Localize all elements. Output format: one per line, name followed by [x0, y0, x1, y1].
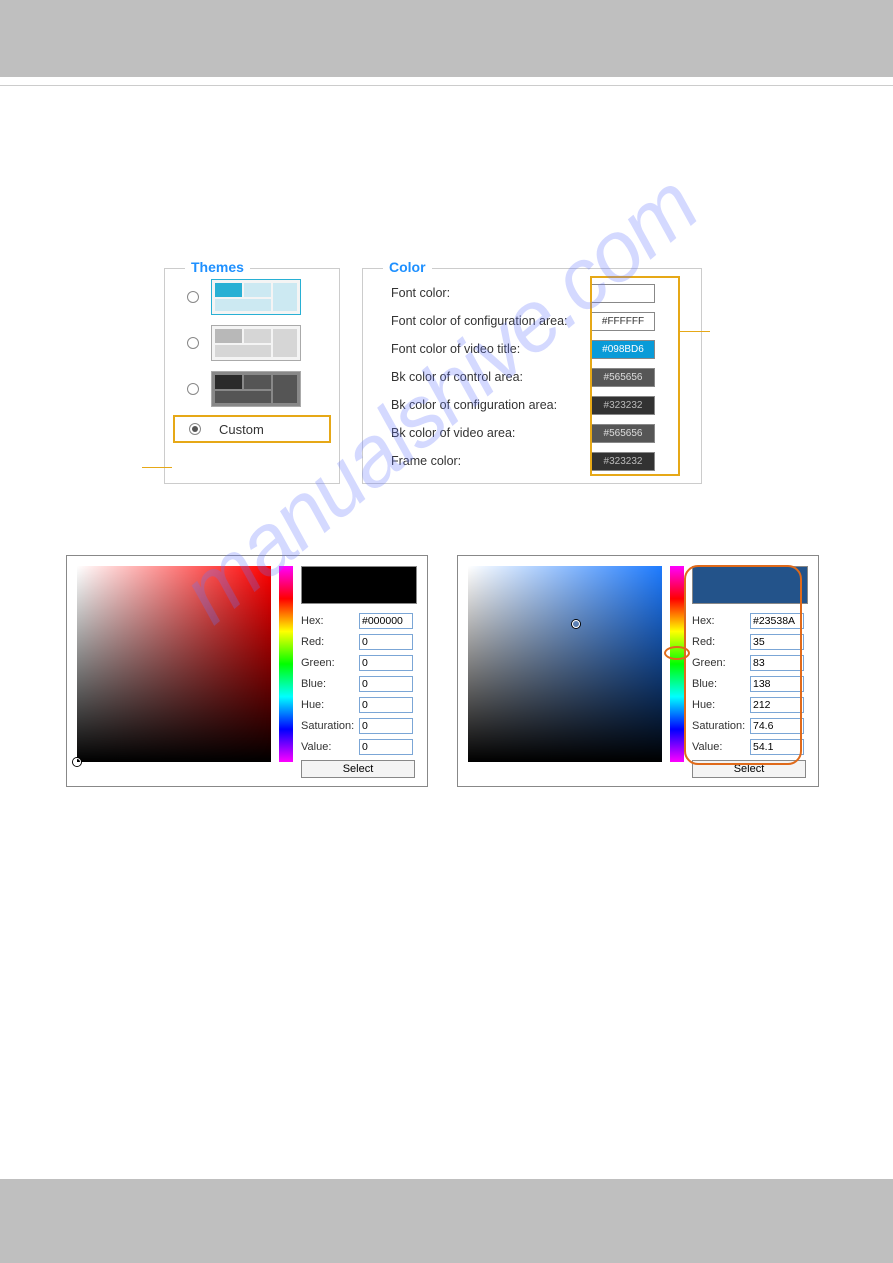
theme-option-1[interactable] [187, 279, 339, 315]
value-input[interactable] [359, 739, 413, 755]
picker-fields-left: Hex: Red: Green: Blue: Hue: Saturation: … [301, 566, 417, 778]
green-input[interactable] [359, 655, 413, 671]
hue-slider[interactable] [670, 566, 684, 762]
theme-option-custom[interactable]: Custom [173, 415, 331, 443]
sv-marker-icon[interactable] [572, 620, 580, 628]
header-band [0, 0, 893, 77]
hue-label: Hue: [301, 699, 359, 711]
custom-label: Custom [219, 422, 264, 437]
hue-slider[interactable] [279, 566, 293, 762]
theme-option-2[interactable] [187, 325, 339, 361]
select-button[interactable]: Select [301, 760, 415, 778]
color-picker-left: Hex: Red: Green: Blue: Hue: Saturation: … [66, 555, 428, 787]
callout-box-icon [590, 276, 680, 476]
theme-option-3[interactable] [187, 371, 339, 407]
hex-label: Hex: [301, 615, 359, 627]
blue-input[interactable] [359, 676, 413, 692]
themes-legend: Themes [185, 259, 250, 275]
saturation-input[interactable] [359, 718, 413, 734]
themes-panel: Themes Custom [164, 268, 340, 484]
content-area: Themes Custom [0, 86, 893, 161]
saturation-label: Saturation: [301, 720, 359, 732]
theme-thumb-gray [211, 325, 301, 361]
green-label: Green: [301, 657, 359, 669]
callout-oval-icon [684, 565, 802, 765]
radio-icon[interactable] [189, 423, 201, 435]
saturation-value-area[interactable] [468, 566, 662, 762]
theme-thumb-blue [211, 279, 301, 315]
radio-icon[interactable] [187, 337, 199, 349]
hue-input[interactable] [359, 697, 413, 713]
radio-icon[interactable] [187, 291, 199, 303]
color-preview [301, 566, 417, 604]
blue-label: Blue: [301, 678, 359, 690]
callout-line-icon [680, 331, 710, 332]
callout-line-icon [142, 467, 172, 468]
hex-input[interactable] [359, 613, 413, 629]
footer-band [0, 1179, 893, 1263]
red-input[interactable] [359, 634, 413, 650]
sv-marker-icon[interactable] [73, 758, 81, 766]
radio-icon[interactable] [187, 383, 199, 395]
value-label: Value: [301, 741, 359, 753]
saturation-value-area[interactable] [77, 566, 271, 762]
theme-thumb-dark [211, 371, 301, 407]
red-label: Red: [301, 636, 359, 648]
color-legend: Color [383, 259, 432, 275]
